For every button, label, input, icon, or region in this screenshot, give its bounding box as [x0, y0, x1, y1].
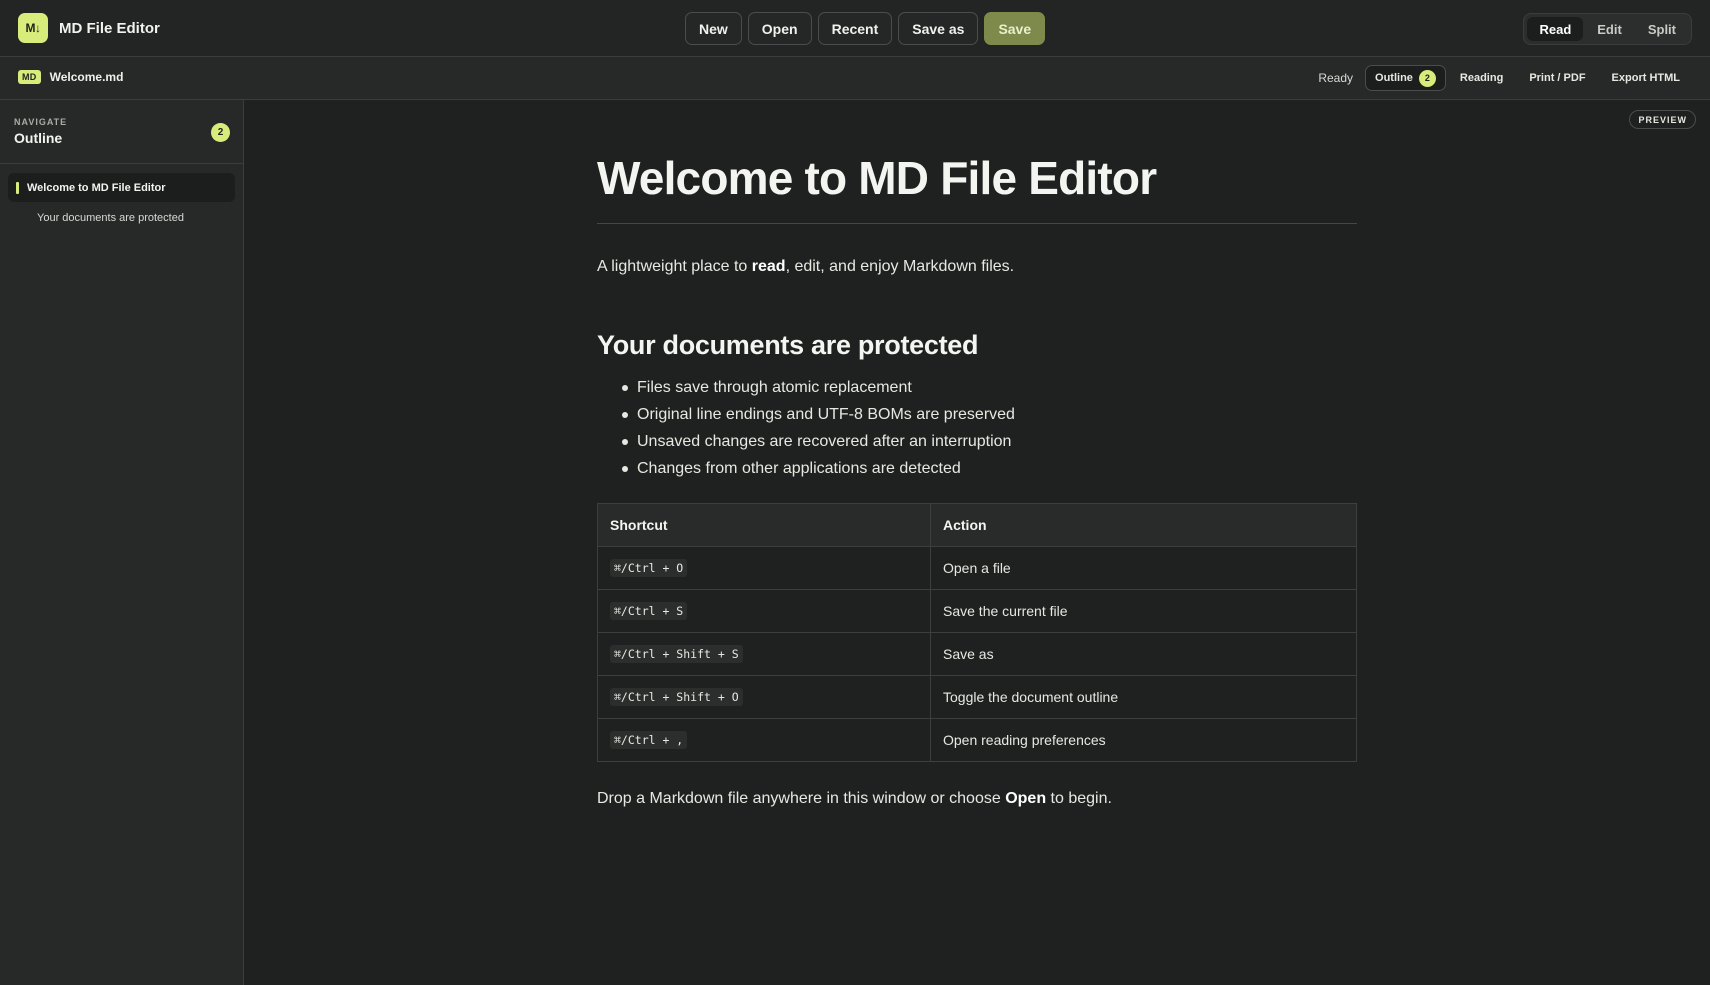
- shortcut-code: ⌘/Ctrl + O: [610, 559, 688, 577]
- outline-count-badge: 2: [1418, 69, 1436, 87]
- list-item: Original line endings and UTF-8 BOMs are…: [622, 401, 1357, 428]
- file-actions: New Open Recent Save as Save: [685, 12, 1046, 45]
- outro-paragraph: Drop a Markdown file anywhere in this wi…: [597, 788, 1357, 810]
- mode-read-button[interactable]: Read: [1527, 17, 1584, 41]
- intro-text-before: A lightweight place to: [597, 258, 752, 275]
- print-pdf-button[interactable]: Print / PDF: [1517, 65, 1597, 91]
- sidebar-header: NAVIGATE Outline 2: [14, 117, 230, 146]
- document-bar: MD Welcome.md Ready Outline 2 Reading Pr…: [0, 57, 1710, 100]
- shortcut-code: ⌘/Ctrl + ,: [610, 731, 688, 749]
- list-item: Files save through atomic replacement: [622, 374, 1357, 401]
- markdown-file-icon: MD: [18, 70, 41, 84]
- list-item: Changes from other applications are dete…: [622, 455, 1357, 482]
- status-text: Ready: [1318, 71, 1354, 85]
- new-button[interactable]: New: [685, 12, 742, 45]
- preview-pane: PREVIEW Welcome to MD File Editor A ligh…: [244, 100, 1710, 985]
- intro-paragraph: A lightweight place to read, edit, and e…: [597, 256, 1357, 278]
- heading-rule: [597, 223, 1357, 224]
- view-mode-switch: Read Edit Split: [1523, 13, 1692, 45]
- outline-toggle-label: Outline: [1375, 72, 1413, 84]
- sidebar-divider: [0, 163, 243, 164]
- outro-text-after: to begin.: [1046, 790, 1112, 807]
- document-content: Welcome to MD File Editor A lightweight …: [597, 150, 1357, 810]
- shortcut-code: ⌘/Ctrl + S: [610, 602, 688, 620]
- table-header-row: Shortcut Action: [597, 503, 1357, 547]
- outline-sidebar: NAVIGATE Outline 2 Welcome to MD File Ed…: [0, 100, 244, 985]
- shortcut-cell: ⌘/Ctrl + ,: [597, 718, 931, 762]
- sidebar-count-badge: 2: [211, 123, 230, 142]
- intro-text-bold: read: [751, 258, 786, 275]
- table-row: ⌘/Ctrl + , Open reading preferences: [597, 718, 1357, 762]
- recent-button[interactable]: Recent: [817, 12, 893, 45]
- document-heading-2: Your documents are protected: [597, 330, 979, 360]
- top-toolbar: M↓ MD File Editor New Open Recent Save a…: [0, 0, 1710, 57]
- document-actions: Ready Outline 2 Reading Print / PDF Expo…: [1318, 65, 1692, 91]
- save-button[interactable]: Save: [984, 12, 1046, 45]
- shortcut-cell: ⌘/Ctrl + Shift + S: [597, 632, 931, 676]
- feature-list: Files save through atomic replacement Or…: [597, 374, 1357, 482]
- action-cell: Save as: [930, 632, 1357, 676]
- table-row: ⌘/Ctrl + S Save the current file: [597, 589, 1357, 633]
- outline-toggle-button[interactable]: Outline 2: [1365, 65, 1446, 91]
- shortcut-cell: ⌘/Ctrl + Shift + O: [597, 675, 931, 719]
- table-header-action: Action: [930, 503, 1357, 547]
- file-name: Welcome.md: [49, 70, 124, 84]
- preview-badge: PREVIEW: [1629, 110, 1696, 129]
- outline-item-welcome[interactable]: Welcome to MD File Editor: [8, 173, 235, 202]
- export-html-button[interactable]: Export HTML: [1600, 65, 1692, 91]
- action-cell: Open a file: [930, 546, 1357, 590]
- brand: M↓ MD File Editor: [18, 13, 160, 43]
- table-row: ⌘/Ctrl + Shift + O Toggle the document o…: [597, 675, 1357, 719]
- shortcut-cell: ⌘/Ctrl + S: [597, 589, 931, 633]
- shortcut-code: ⌘/Ctrl + Shift + S: [610, 645, 743, 663]
- shortcuts-table: Shortcut Action ⌘/Ctrl + O Open a file ⌘…: [597, 503, 1357, 762]
- outro-text-before: Drop a Markdown file anywhere in this wi…: [597, 790, 1006, 807]
- file-tag: MD Welcome.md: [18, 70, 123, 84]
- table-header-shortcut: Shortcut: [597, 503, 931, 547]
- document-heading-1: Welcome to MD File Editor: [597, 152, 1157, 204]
- open-button[interactable]: Open: [747, 12, 812, 45]
- mode-edit-button[interactable]: Edit: [1585, 17, 1634, 41]
- app-title: MD File Editor: [59, 19, 160, 37]
- save-as-button[interactable]: Save as: [898, 12, 979, 45]
- mode-split-button[interactable]: Split: [1636, 17, 1688, 41]
- app-logo-icon: M↓: [18, 13, 48, 43]
- list-item: Unsaved changes are recovered after an i…: [622, 428, 1357, 455]
- outro-text-bold: Open: [1005, 790, 1047, 807]
- table-row: ⌘/Ctrl + Shift + S Save as: [597, 632, 1357, 676]
- reading-button[interactable]: Reading: [1448, 65, 1515, 91]
- sidebar-kicker: NAVIGATE: [14, 117, 68, 127]
- shortcut-cell: ⌘/Ctrl + O: [597, 546, 931, 590]
- shortcut-code: ⌘/Ctrl + Shift + O: [610, 688, 743, 706]
- intro-text-after: , edit, and enjoy Markdown files.: [785, 258, 1015, 275]
- outline-item-protected[interactable]: Your documents are protected: [37, 212, 184, 224]
- action-cell: Save the current file: [930, 589, 1357, 633]
- sidebar-title: Outline: [14, 130, 63, 146]
- table-row: ⌘/Ctrl + O Open a file: [597, 546, 1357, 590]
- action-cell: Open reading preferences: [930, 718, 1357, 762]
- action-cell: Toggle the document outline: [930, 675, 1357, 719]
